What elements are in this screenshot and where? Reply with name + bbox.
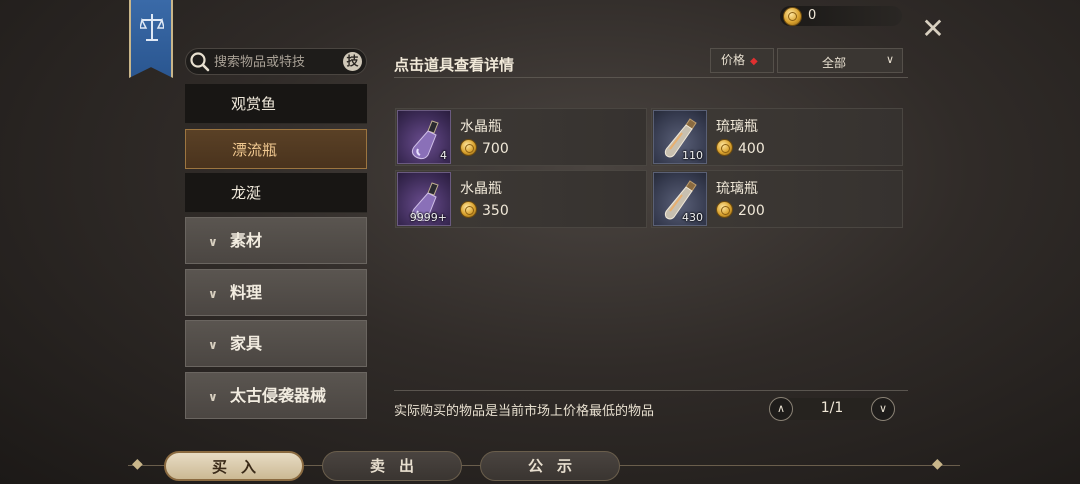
item-name: 琉璃瓶 xyxy=(716,181,758,197)
scale-banner xyxy=(129,0,173,78)
sidebar-category-label: 素材 xyxy=(230,231,263,250)
item-card[interactable]: 110 琉璃瓶 400 xyxy=(651,108,903,166)
coin-icon xyxy=(460,139,477,156)
item-price: 200 xyxy=(716,201,765,219)
item-price: 400 xyxy=(716,139,765,157)
coin-icon xyxy=(783,7,802,26)
chevron-down-icon: ∨ xyxy=(208,338,218,352)
sidebar-category-materials[interactable]: ∨ 素材 xyxy=(185,217,367,264)
page-down-button[interactable]: ∨ xyxy=(871,397,895,421)
divider xyxy=(394,77,908,78)
crystal-bottle-icon: 9999+ xyxy=(397,172,451,226)
glass-bottle-icon: 430 xyxy=(653,172,707,226)
tab-sell[interactable]: 卖出 xyxy=(322,451,462,481)
item-price: 350 xyxy=(460,201,509,219)
item-card[interactable]: 4 水晶瓶 700 xyxy=(395,108,647,166)
sidebar-item-ornamental-fish[interactable]: 观赏鱼 xyxy=(185,84,367,124)
ornament-icon: ◆ xyxy=(932,456,943,472)
sidebar-category-cuisine[interactable]: ∨ 料理 xyxy=(185,269,367,316)
sidebar-item-label: 龙涎 xyxy=(231,184,262,202)
ornament-icon: ◆ xyxy=(132,456,143,472)
search-input[interactable] xyxy=(214,52,324,72)
chevron-down-icon: ∨ xyxy=(208,235,218,249)
chevron-down-icon: ∨ xyxy=(208,390,218,404)
sidebar-category-label: 太古侵袭器械 xyxy=(230,386,327,405)
sidebar-category-label: 家具 xyxy=(230,334,263,353)
chevron-down-icon: ∨ xyxy=(208,287,218,301)
item-name: 水晶瓶 xyxy=(460,181,502,197)
sidebar-category-furniture[interactable]: ∨ 家具 xyxy=(185,320,367,367)
coin-icon xyxy=(716,139,733,156)
item-name: 水晶瓶 xyxy=(460,119,502,135)
page-title: 点击道具查看详情 xyxy=(394,56,515,74)
divider xyxy=(394,390,908,391)
sidebar-item-ambergris[interactable]: 龙涎 xyxy=(185,173,367,213)
search-box: 技 xyxy=(185,48,367,75)
scale-icon xyxy=(140,14,164,41)
filter-select[interactable]: 全部 ∨ xyxy=(777,48,903,73)
filter-value: 全部 xyxy=(822,56,847,70)
sort-by-price-button[interactable]: 价格 ◆ xyxy=(710,48,774,73)
sort-diamond-icon: ◆ xyxy=(750,56,758,67)
item-card[interactable]: 430 琉璃瓶 200 xyxy=(651,170,903,228)
item-price: 700 xyxy=(460,139,509,157)
item-card[interactable]: 9999+ 水晶瓶 350 xyxy=(395,170,647,228)
sidebar-item-label: 观赏鱼 xyxy=(231,95,277,113)
skill-search-toggle[interactable]: 技 xyxy=(343,52,362,71)
coin-icon xyxy=(460,201,477,218)
coin-balance: 0 xyxy=(780,6,902,26)
tab-buy[interactable]: 买入 xyxy=(164,451,304,481)
sidebar-item-drift-bottle[interactable]: 漂流瓶 xyxy=(185,129,367,169)
item-quantity: 110 xyxy=(682,149,703,162)
page-up-button[interactable]: ∧ xyxy=(769,397,793,421)
item-name: 琉璃瓶 xyxy=(716,119,758,135)
item-quantity: 4 xyxy=(440,149,447,162)
item-quantity: 430 xyxy=(682,211,703,224)
sidebar-item-label: 漂流瓶 xyxy=(232,141,278,159)
sidebar-category-label: 料理 xyxy=(230,283,263,302)
purchase-note: 实际购买的物品是当前市场上价格最低的物品 xyxy=(394,404,655,419)
close-button[interactable]: ✕ xyxy=(921,15,945,43)
page-indicator: 1/1 xyxy=(820,400,844,416)
coin-icon xyxy=(716,201,733,218)
tab-announce[interactable]: 公示 xyxy=(480,451,620,481)
crystal-bottle-icon: 4 xyxy=(397,110,451,164)
coin-balance-value: 0 xyxy=(808,8,817,23)
item-quantity: 9999+ xyxy=(409,211,447,224)
glass-bottle-icon: 110 xyxy=(653,110,707,164)
chevron-down-icon: ∨ xyxy=(885,53,894,66)
sort-label: 价格 xyxy=(721,53,746,67)
sidebar-category-ancient-invasion-machinery[interactable]: ∨ 太古侵袭器械 xyxy=(185,372,367,419)
search-icon[interactable] xyxy=(189,51,211,73)
